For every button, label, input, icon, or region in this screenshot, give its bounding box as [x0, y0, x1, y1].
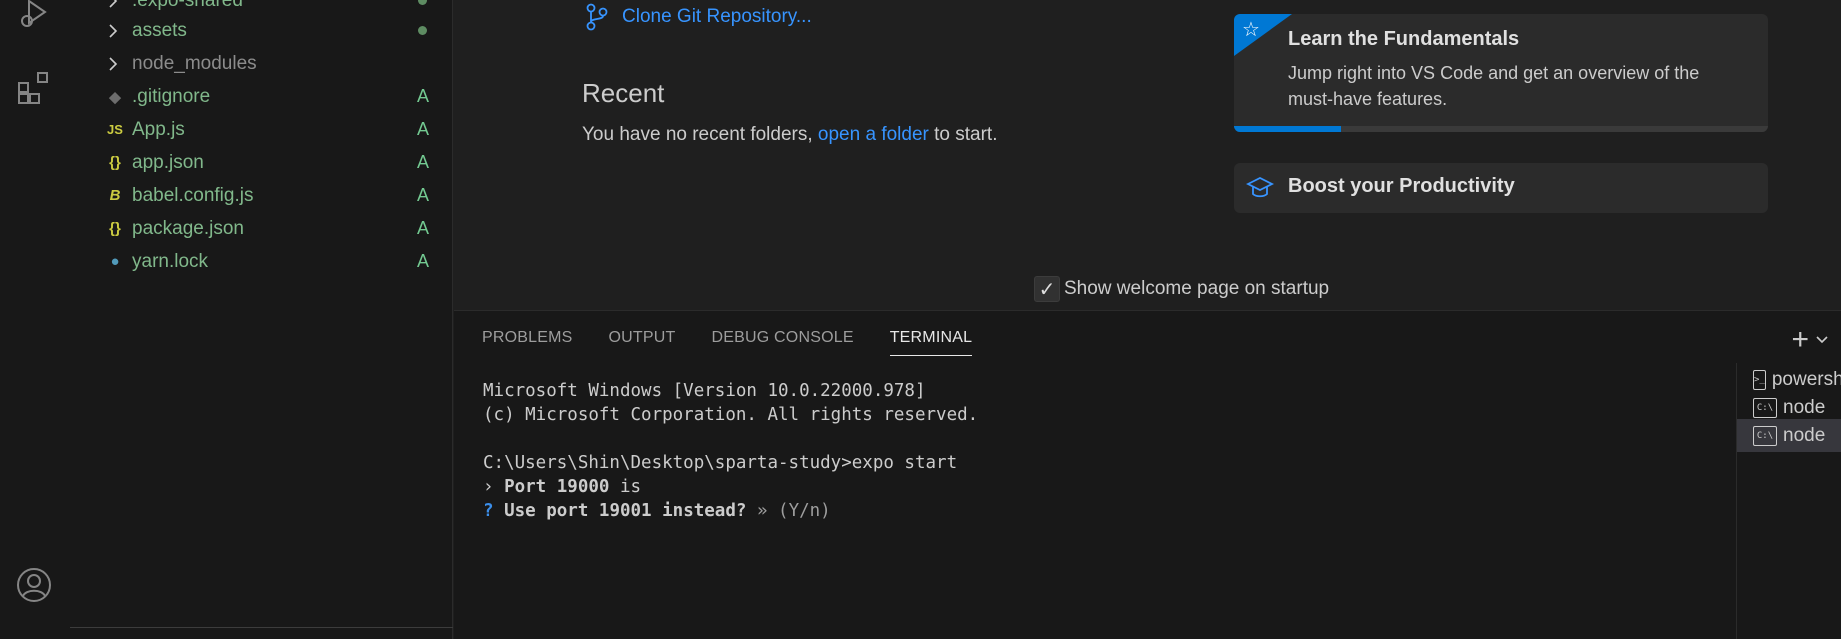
explorer-sidebar: .expo-shared assets node_modules ◆ .giti…	[70, 0, 453, 639]
prompt-arrow: ›	[483, 477, 505, 497]
tab-problems[interactable]: PROBLEMS	[482, 329, 573, 356]
walkthrough-productivity[interactable]: Boost your Productivity	[1234, 163, 1768, 213]
terminal-item-label: powershell	[1771, 368, 1841, 390]
recent-heading: Recent	[582, 78, 665, 108]
panel-actions: +	[1791, 325, 1829, 355]
tree-label: package.json	[132, 217, 244, 239]
tree-file-gitignore[interactable]: ◆ .gitignore A	[70, 80, 453, 113]
walkthrough-progress	[1234, 126, 1768, 132]
git-status-badge: A	[416, 119, 429, 139]
tree-file-app-json[interactable]: {} app.json A	[70, 146, 453, 179]
tree-folder-assets[interactable]: assets	[70, 14, 453, 47]
tree-label: App.js	[132, 118, 185, 140]
chevron-down-icon[interactable]	[1815, 335, 1829, 345]
powershell-icon: >_	[1753, 369, 1766, 390]
json-file-icon: {}	[109, 220, 121, 237]
cmd-icon: C:\	[1753, 397, 1777, 418]
terminal-item-label: node	[1783, 424, 1826, 446]
tree-label: .gitignore	[132, 85, 211, 107]
chevron-right-icon	[109, 23, 118, 38]
recent-prefix: You have no recent folders,	[582, 124, 813, 145]
git-status-badge: A	[416, 218, 429, 238]
terminal-item-label: node	[1783, 396, 1826, 418]
terminal-line: Microsoft Windows [Version 10.0.22000.97…	[483, 381, 926, 401]
tree-label: babel.config.js	[132, 184, 254, 206]
question-hint: » (Y/n)	[756, 501, 831, 521]
startup-label: Show welcome page on startup	[1064, 278, 1330, 299]
terminal-line: › Port 19000 is	[483, 475, 978, 499]
git-status-badge: A	[416, 86, 429, 106]
sidebar-divider	[70, 627, 453, 628]
yarn-file-icon: ●	[110, 253, 120, 270]
tree-file-app-js[interactable]: JS App.js A	[70, 113, 453, 146]
progress-fill	[1234, 126, 1341, 132]
chevron-right-icon	[109, 0, 118, 8]
walkthrough-fundamentals[interactable]: ☆ Learn the Fundamentals Jump right into…	[1234, 14, 1768, 132]
tree-label: yarn.lock	[132, 250, 209, 272]
git-status-badge: A	[416, 185, 429, 205]
cmd-icon: C:\	[1753, 425, 1777, 446]
terminal-output[interactable]: Microsoft Windows [Version 10.0.22000.97…	[483, 379, 978, 523]
account-icon[interactable]	[10, 561, 58, 609]
run-debug-icon[interactable]	[10, 0, 58, 38]
js-file-icon: JS	[107, 122, 123, 137]
tree-folder-node-modules[interactable]: node_modules	[70, 47, 453, 80]
activity-bar	[0, 0, 70, 639]
git-status-badge: A	[416, 152, 429, 172]
walkthrough-title: Boost your Productivity	[1288, 175, 1515, 197]
walkthrough-description: Jump right into VS Code and get an overv…	[1288, 63, 1700, 109]
recent-message: You have no recent folders, open a folde…	[582, 124, 997, 146]
json-file-icon: {}	[109, 154, 121, 171]
welcome-page: Clone Git Repository... Recent You have …	[454, 0, 1841, 310]
star-icon: ☆	[1242, 19, 1260, 41]
tree-file-yarn-lock[interactable]: ● yarn.lock A	[70, 245, 453, 278]
panel-tabs: PROBLEMS OUTPUT DEBUG CONSOLE TERMINAL	[482, 329, 1008, 356]
new-terminal-icon[interactable]: +	[1791, 325, 1809, 355]
clone-repo-link[interactable]: Clone Git Repository...	[584, 2, 812, 32]
question-mark: ?	[483, 501, 494, 521]
chevron-right-icon	[109, 56, 118, 71]
recent-suffix: to start.	[934, 124, 998, 145]
extensions-icon[interactable]	[10, 63, 58, 111]
tree-file-babel-config[interactable]: B babel.config.js A	[70, 179, 453, 212]
tree-label: assets	[132, 19, 187, 41]
terminal-line: (c) Microsoft Corporation. All rights re…	[483, 405, 979, 425]
tree-label: node_modules	[132, 52, 257, 74]
tab-debug-console[interactable]: DEBUG CONSOLE	[712, 329, 854, 356]
port-suffix: is	[609, 477, 642, 497]
babel-file-icon: B	[109, 187, 121, 204]
modified-dot	[418, 0, 427, 5]
terminal-list: >_ powershell C:\ node C:\ node	[1736, 363, 1841, 639]
tab-terminal[interactable]: TERMINAL	[889, 329, 973, 356]
walkthrough-title: Learn the Fundamentals	[1288, 28, 1520, 50]
mortarboard-icon	[1246, 176, 1274, 198]
terminal-item-node-selected[interactable]: C:\ node	[1737, 419, 1841, 452]
terminal-line: C:\Users\Shin\Desktop\sparta-study>expo …	[483, 453, 958, 473]
tree-label: app.json	[132, 151, 204, 173]
port-text: Port 19000	[504, 477, 610, 497]
startup-checkbox[interactable]: ✓	[1034, 276, 1060, 302]
bottom-panel: PROBLEMS OUTPUT DEBUG CONSOLE TERMINAL +…	[454, 310, 1841, 639]
tree-file-package-json[interactable]: {} package.json A	[70, 212, 453, 245]
git-file-icon: ◆	[109, 88, 121, 106]
clone-repo-label[interactable]: Clone Git Repository...	[622, 6, 812, 28]
question-text: Use port 19001 instead?	[504, 501, 747, 521]
open-folder-link[interactable]: open a folder	[818, 124, 929, 145]
modified-dot	[418, 26, 427, 35]
git-status-badge: A	[416, 251, 429, 271]
terminal-line: ? Use port 19001 instead? » (Y/n)	[483, 499, 978, 523]
tree-label: .expo-shared	[132, 0, 243, 11]
tab-output[interactable]: OUTPUT	[609, 329, 676, 356]
show-on-startup[interactable]: ✓ Show welcome page on startup	[1034, 276, 1329, 302]
source-control-icon	[586, 3, 608, 31]
